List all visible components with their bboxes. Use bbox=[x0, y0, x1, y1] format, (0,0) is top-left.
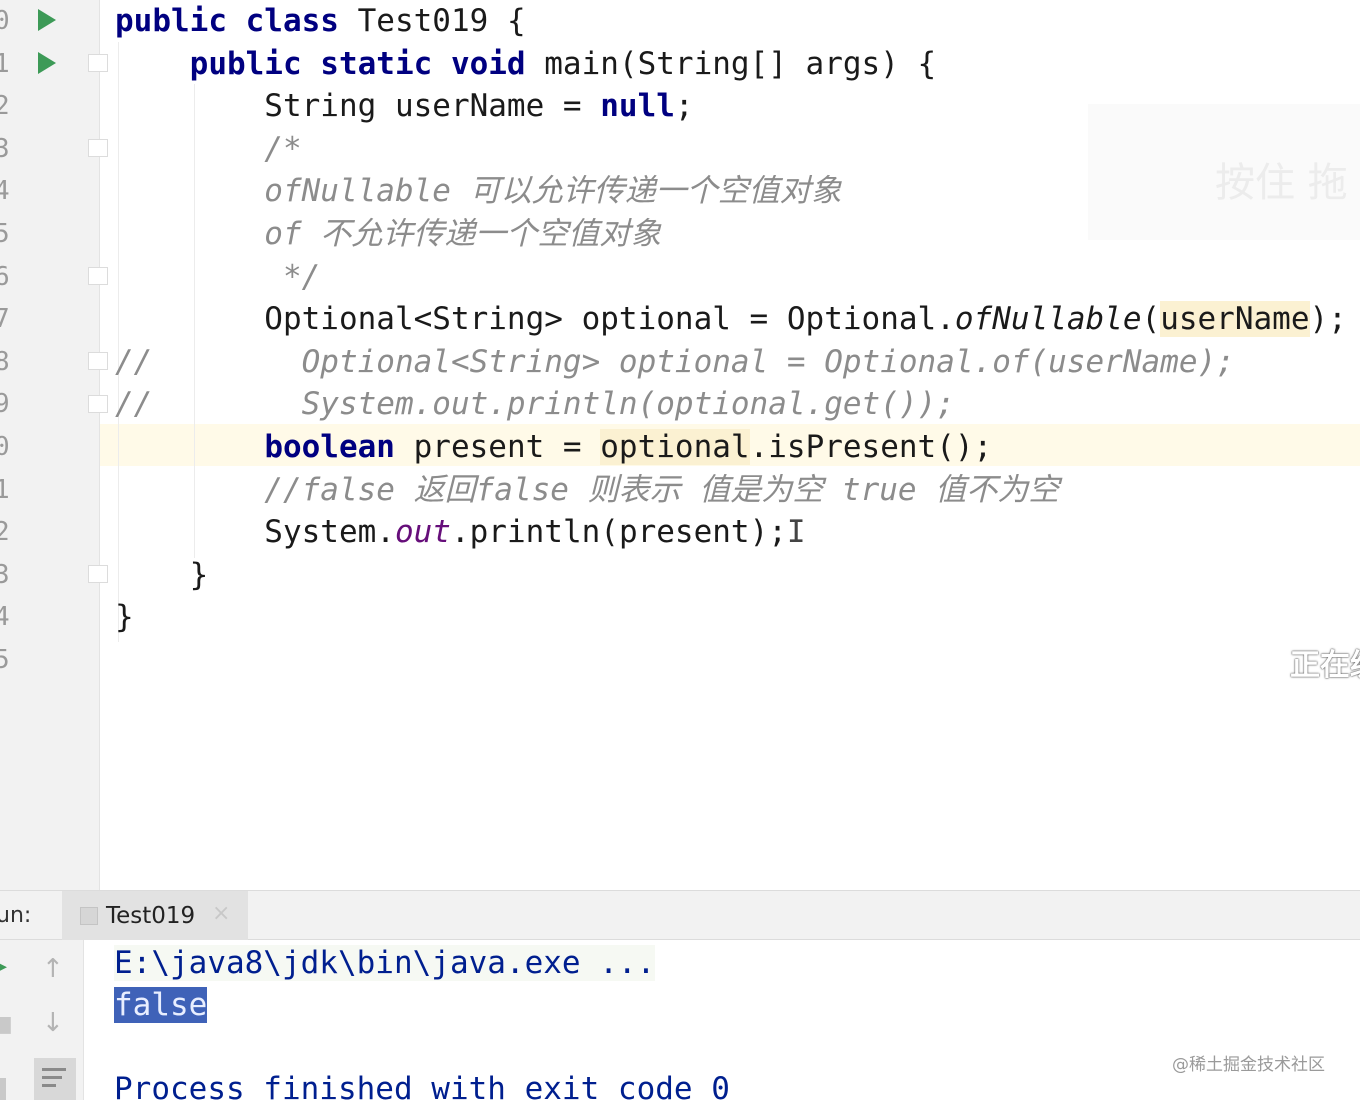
run-class-icon[interactable] bbox=[38, 9, 56, 31]
line-number: 2 bbox=[0, 517, 10, 548]
code-token: out bbox=[394, 514, 451, 551]
code-token: boolean bbox=[264, 429, 414, 465]
code-token: */ bbox=[115, 258, 321, 295]
code-token: present = bbox=[413, 429, 601, 465]
drag-button-text[interactable]: 按住 拖 bbox=[1215, 150, 1348, 208]
code-token: // Optional<String> optional = Optional.… bbox=[115, 343, 1235, 380]
code-line[interactable]: // Optional<String> optional = Optional.… bbox=[115, 341, 1235, 383]
code-token: null bbox=[600, 88, 675, 125]
code-token: Test019 { bbox=[357, 3, 526, 39]
code-token: .isPresent(); bbox=[749, 429, 993, 465]
run-console[interactable]: ▸ ■ ↑ ↓ E:\java8\jdk\bin\java.exe ... fa… bbox=[0, 940, 1360, 1107]
line-number: 0 bbox=[0, 6, 10, 36]
text-cursor: I bbox=[786, 514, 806, 551]
close-icon[interactable]: × bbox=[212, 901, 230, 926]
code-line[interactable]: } bbox=[115, 596, 134, 638]
scroll-down-icon[interactable]: ↓ bbox=[42, 1008, 64, 1038]
console-exit-line: Process finished with exit code 0 bbox=[114, 1071, 730, 1107]
code-line[interactable]: String userName = null; bbox=[115, 85, 694, 127]
code-line[interactable]: /* bbox=[115, 128, 302, 170]
line-number: 1 bbox=[0, 474, 10, 505]
code-token: of 不允许传递一个空值对象 bbox=[115, 216, 662, 252]
line-number: 6 bbox=[0, 261, 10, 292]
code-editor[interactable]: 0123456789012345 public class Test019 { … bbox=[0, 0, 1360, 890]
code-token: userName bbox=[1160, 301, 1310, 338]
code-token: } bbox=[115, 599, 134, 636]
soft-wrap-icon[interactable] bbox=[34, 1058, 76, 1100]
run-tab-label: Test019 bbox=[106, 903, 196, 929]
code-token: ( bbox=[1141, 301, 1161, 338]
code-token: // System.out.println(optional.get()); bbox=[115, 386, 955, 423]
line-number: 5 bbox=[0, 219, 10, 249]
code-line[interactable]: of 不允许传递一个空值对象 bbox=[115, 213, 661, 255]
code-token: ofNullable bbox=[954, 301, 1142, 338]
code-token: public static void bbox=[115, 45, 545, 82]
code-line[interactable]: // System.out.println(optional.get()); bbox=[115, 383, 955, 425]
code-token: /* bbox=[115, 130, 302, 167]
toolbar-edge-marker bbox=[0, 1078, 6, 1100]
wrap-line bbox=[42, 1084, 56, 1087]
run-tab-test019[interactable]: Test019 × bbox=[62, 891, 248, 941]
code-line[interactable]: } bbox=[115, 554, 209, 596]
java-command-path: E:\java8\jdk\bin\java.exe ... bbox=[114, 945, 656, 981]
scroll-up-icon[interactable]: ↑ bbox=[42, 954, 64, 984]
code-line[interactable]: public static void main(String[] args) { bbox=[115, 43, 937, 85]
line-number: 2 bbox=[0, 91, 10, 122]
code-token: } bbox=[115, 556, 209, 593]
console-toolbar: ▸ ■ ↑ ↓ bbox=[0, 940, 84, 1100]
code-token: .println(present); bbox=[450, 514, 787, 551]
code-token: //false 返回false 则表示 值是为空 true 值不为空 bbox=[115, 471, 1060, 508]
line-number: 4 bbox=[0, 602, 10, 633]
code-line[interactable]: boolean present = optional.isPresent(); bbox=[115, 426, 992, 468]
console-command-line: E:\java8\jdk\bin\java.exe ... bbox=[114, 942, 656, 984]
line-number: 1 bbox=[0, 48, 10, 79]
run-tool-window-header: un: Test019 × bbox=[0, 890, 1360, 941]
line-number: 8 bbox=[0, 346, 10, 377]
code-token: ; bbox=[674, 88, 694, 125]
line-number: 3 bbox=[0, 133, 10, 164]
run-label: un: bbox=[0, 903, 32, 928]
code-token: ofNullable 可以允许传递一个空值对象 bbox=[115, 173, 842, 210]
stop-icon[interactable]: ■ bbox=[0, 1012, 13, 1037]
site-watermark: @稀土掘金技术社区 bbox=[1172, 1055, 1325, 1075]
code-token: public class bbox=[115, 3, 358, 39]
fold-icon[interactable] bbox=[88, 54, 108, 72]
selected-output-value[interactable]: false bbox=[114, 987, 208, 1023]
code-line[interactable]: //false 返回false 则表示 值是为空 true 值不为空 bbox=[115, 469, 1059, 511]
line-number: 9 bbox=[0, 389, 10, 420]
wrap-line bbox=[42, 1068, 66, 1071]
code-token: String userName = bbox=[115, 88, 601, 125]
buffering-status-text: 正在缓 bbox=[1290, 648, 1360, 683]
line-number: 4 bbox=[0, 176, 10, 207]
line-number-column: 0 1 2 3 4 5 6 7 8 9 0 1 2 3 4 5 bbox=[0, 0, 26, 890]
code-token: Optional<String> optional = Optional. bbox=[115, 301, 955, 338]
code-token: optional bbox=[600, 429, 750, 465]
console-output-line: false bbox=[114, 984, 208, 1026]
line-number: 0 bbox=[0, 432, 10, 462]
fold-icon[interactable] bbox=[88, 395, 108, 413]
line-number: 7 bbox=[0, 304, 10, 335]
code-line[interactable]: ofNullable 可以允许传递一个空值对象 bbox=[115, 170, 842, 212]
code-token: main(String[] args) { bbox=[544, 45, 937, 82]
code-line[interactable]: public class Test019 { bbox=[115, 0, 526, 42]
editor-gutter bbox=[26, 0, 108, 890]
code-line[interactable]: System.out.println(present);I bbox=[115, 511, 806, 553]
run-main-icon[interactable] bbox=[38, 52, 56, 74]
fold-icon[interactable] bbox=[88, 139, 108, 157]
line-number: 5 bbox=[0, 645, 10, 675]
code-token: ); bbox=[1309, 301, 1347, 338]
fold-icon[interactable] bbox=[88, 267, 108, 285]
wrap-line bbox=[42, 1076, 62, 1079]
code-token: System. bbox=[115, 514, 395, 551]
rerun-icon[interactable]: ▸ bbox=[0, 954, 7, 979]
line-number: 3 bbox=[0, 559, 10, 590]
fold-icon[interactable] bbox=[88, 352, 108, 370]
run-config-icon bbox=[80, 907, 98, 925]
fold-icon[interactable] bbox=[88, 565, 108, 583]
code-line[interactable]: */ bbox=[115, 256, 320, 298]
code-line[interactable]: Optional<String> optional = Optional.ofN… bbox=[115, 298, 1347, 340]
